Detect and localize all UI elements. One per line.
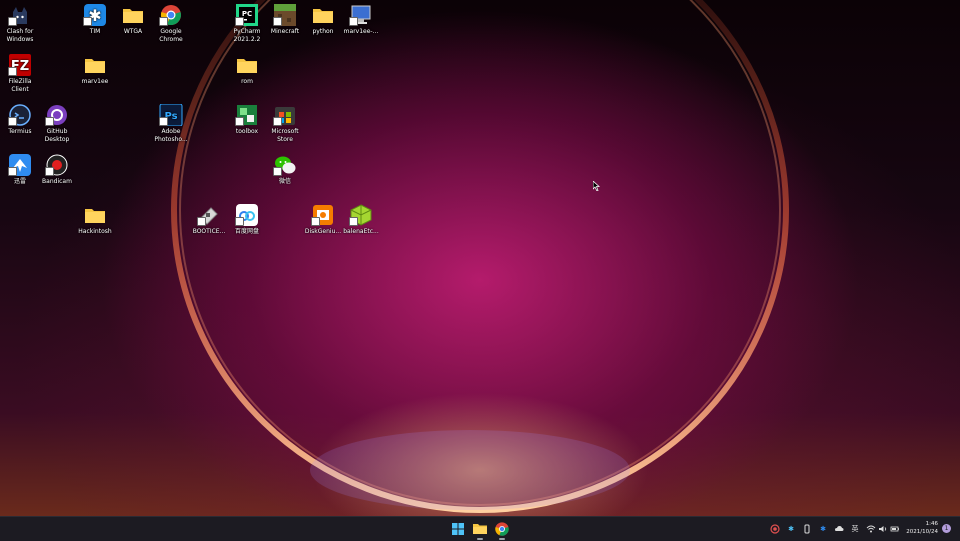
icon-label: DiskGeniu... [304,228,342,235]
icon-label: GitHub Desktop [44,128,70,143]
desktop-icon-clash[interactable]: Clash for Windows [0,4,40,44]
usb-tray-icon[interactable] [802,524,812,534]
filezilla-icon: FZ [8,54,32,76]
desktop-icon-bandicam[interactable]: Bandicam [37,154,77,186]
icon-label: Adobe Photosho... [154,128,188,143]
pycharm-icon: PC [235,4,259,26]
desktop-icon-toolbox[interactable]: toolbox [227,104,267,136]
icon-label: marv1ee [81,78,109,85]
icon-label: Bandicam [42,178,72,185]
desktop-icon-folder-python[interactable]: python [303,4,343,36]
icon-label: FileZilla Client [8,78,32,93]
desktop-icon-filezilla[interactable]: FZ FileZilla Client [0,54,40,94]
computer-icon [349,4,373,26]
folder-icon [83,204,107,226]
icon-label: Microsoft Store [271,128,299,143]
folder-icon [121,4,145,26]
desktop-icon-diskgenius[interactable]: DiskGeniu... [303,204,343,236]
icon-label: BOOTICE... [192,228,226,235]
icon-label: balenaEtc... [343,228,379,235]
icon-label: Clash for Windows [6,28,34,43]
desktop-icon-folder-wtga[interactable]: WTGA [113,4,153,36]
desktop-icon-balena-etcher[interactable]: balenaEtc... [341,204,381,236]
icon-label: 迅雷 [13,178,26,185]
desktop-icon-microsoft-store[interactable]: Microsoft Store [265,104,305,144]
desktop-icon-pycharm[interactable]: PC PyCharm 2021.2.2 [227,4,267,44]
icon-label: toolbox [235,128,259,135]
desktop-icon-minecraft[interactable]: Minecraft [265,4,305,36]
windows-start-icon[interactable] [450,521,466,537]
diskgenius-icon [311,204,335,226]
icon-label: Hackintosh [78,228,112,235]
chrome-icon [495,522,509,536]
mouse-cursor-icon [592,176,601,195]
taskbar-clock[interactable]: 1:46 2021/10/24 [898,520,938,536]
bootice-icon [197,204,221,226]
desktop-icon-xunlei[interactable]: 迅雷 [0,154,40,186]
desktop-icon-computer[interactable]: marv1ee-... [341,4,381,36]
baidu-netdisk-icon [235,204,259,226]
desktop-icon-folder-hackintosh[interactable]: Hackintosh [75,204,115,236]
icon-label: WTGA [123,28,143,35]
desktop-wallpaper [0,0,960,516]
icon-label: python [312,28,334,35]
desktop-icon-tim[interactable]: ✱ TIM [75,4,115,36]
icon-label: marv1ee-... [343,28,379,35]
folder-icon [83,54,107,76]
icon-label: Minecraft [270,28,300,35]
desktop-icon-folder-rom[interactable]: rom [227,54,267,86]
icon-label: TIM [89,28,101,35]
taskbar-file-explorer[interactable] [472,521,488,540]
clock-date: 2021/10/24 [906,529,938,535]
photoshop-icon: Ps [159,104,183,126]
desktop-icon-bootice[interactable]: BOOTICE... [189,204,229,236]
folder-icon [235,54,259,76]
desktop-icon-chrome[interactable]: Google Chrome [151,4,191,44]
clock-time: 1:46 [925,521,938,527]
onedrive-cloud-icon[interactable] [834,524,844,534]
clash-cat-icon [8,4,32,26]
xunlei-bird-icon [8,154,32,176]
desktop-icon-photoshop[interactable]: Ps Adobe Photosho... [151,104,191,144]
icon-label: rom [241,78,253,85]
desktop-icon-folder-marv1ee[interactable]: marv1ee [75,54,115,86]
taskbar: ✱ ✱ 英 1:46 2021/10/24 1 [0,516,960,541]
taskbar-chrome[interactable] [494,521,510,540]
desktop-icon-github[interactable]: GitHub Desktop [37,104,77,144]
volume-icon[interactable] [878,524,888,534]
minecraft-icon [273,4,297,26]
icon-label: 微信 [278,178,291,185]
icon-label: Termius [8,128,32,135]
wifi-icon[interactable] [866,524,876,534]
ime-indicator[interactable]: 英 [850,524,860,534]
toolbox-icon [235,104,259,126]
store-icon [273,104,297,126]
bandicam-icon [45,154,69,176]
balena-etcher-icon [349,204,373,226]
notification-badge[interactable]: 1 [942,524,951,533]
icon-label: PyCharm 2021.2.2 [233,28,261,43]
tim-tray-icon[interactable]: ✱ [786,524,796,534]
desktop-icon-termius[interactable]: Termius [0,104,40,136]
desktop-icon-wechat[interactable]: 微信 [265,154,305,186]
bandicam-tray-icon[interactable] [770,524,780,534]
github-icon [45,104,69,126]
chrome-icon [159,4,183,26]
wechat-icon [273,154,297,176]
icon-label: Google Chrome [159,28,183,43]
desktop-icon-baidu-netdisk[interactable]: 百度网盘 [227,204,267,236]
tim-icon: ✱ [83,4,107,26]
folder-icon [473,524,487,534]
icon-label: 百度网盘 [234,228,259,235]
folder-icon [311,4,335,26]
termius-icon [8,104,32,126]
bluetooth-tray-icon[interactable]: ✱ [818,524,828,534]
